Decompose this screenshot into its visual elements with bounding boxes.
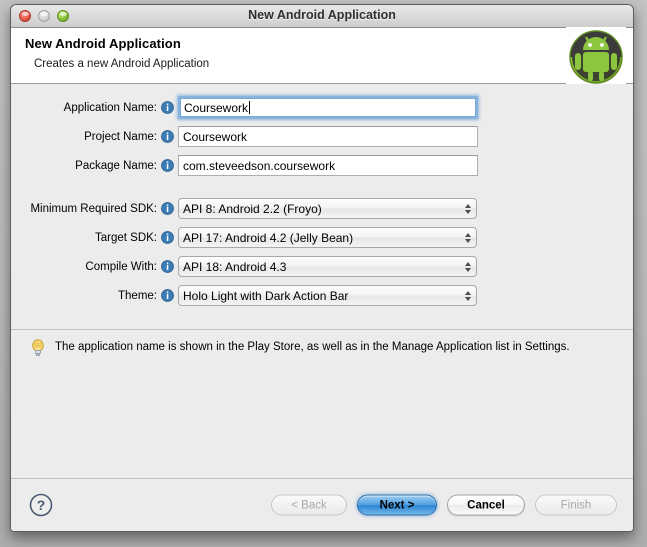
field-row-project-name: Project Name: Coursework [11,125,633,148]
stepper-arrows-icon[interactable] [465,262,471,272]
compile-with-value: API 18: Android 4.3 [183,260,286,274]
application-name-value: Coursework [184,101,248,115]
android-logo-icon [565,26,627,88]
wizard-header: New Android Application Creates a new An… [11,28,633,84]
help-icon[interactable]: ? [29,493,53,517]
project-name-input[interactable]: Coursework [178,126,478,147]
package-name-input[interactable]: com.steveedson.coursework [178,155,478,176]
field-row-compile-with: Compile With: API 18: Android 4.3 [11,255,633,278]
field-row-application-name: Application Name: Coursework [11,96,633,119]
label-project-name: Project Name: [11,131,161,143]
minimum-required-sdk-value: API 8: Android 2.2 (Froyo) [183,202,322,216]
svg-text:?: ? [37,497,46,513]
lightbulb-icon [31,339,45,357]
info-icon[interactable] [161,231,174,244]
text-caret [249,101,250,114]
minimum-required-sdk-select[interactable]: API 8: Android 2.2 (Froyo) [178,198,477,219]
label-theme: Theme: [11,290,161,302]
field-row-minimum-required-sdk: Minimum Required SDK: API 8: Android 2.2… [11,197,633,220]
package-name-value: com.steveedson.coursework [183,159,335,173]
field-row-theme: Theme: Holo Light with Dark Action Bar [11,284,633,307]
hint-bar: The application name is shown in the Pla… [11,329,633,357]
target-sdk-select[interactable]: API 17: Android 4.2 (Jelly Bean) [178,227,477,248]
window-title: New Android Application [11,8,633,22]
compile-with-select[interactable]: API 18: Android 4.3 [178,256,477,277]
form-area: Application Name: Coursework Project Nam… [11,84,633,313]
label-minimum-required-sdk: Minimum Required SDK: [11,203,161,215]
footer-buttons: < Back Next > Cancel Finish [271,495,617,516]
info-icon[interactable] [161,159,174,172]
page-subtitle: Creates a new Android Application [25,58,633,70]
stepper-arrows-icon[interactable] [465,204,471,214]
target-sdk-value: API 17: Android 4.2 (Jelly Bean) [183,231,353,245]
label-target-sdk: Target SDK: [11,232,161,244]
label-package-name: Package Name: [11,160,161,172]
wizard-body: Application Name: Coursework Project Nam… [11,84,633,478]
field-row-package-name: Package Name: com.steveedson.coursework [11,154,633,177]
theme-value: Holo Light with Dark Action Bar [183,289,348,303]
stepper-arrows-icon[interactable] [465,233,471,243]
info-icon[interactable] [161,289,174,302]
cancel-button[interactable]: Cancel [447,495,525,516]
window-titlebar[interactable]: New Android Application [11,5,633,28]
stepper-arrows-icon[interactable] [465,291,471,301]
info-icon[interactable] [161,260,174,273]
info-icon[interactable] [161,202,174,215]
application-name-input[interactable]: Coursework [178,96,478,119]
dialog-window: New Android Application New Android Appl… [10,4,634,532]
label-compile-with: Compile With: [11,261,161,273]
finish-button[interactable]: Finish [535,495,617,516]
project-name-value: Coursework [183,130,247,144]
back-button[interactable]: < Back [271,495,347,516]
info-icon[interactable] [161,130,174,143]
field-row-target-sdk: Target SDK: API 17: Android 4.2 (Jelly B… [11,226,633,249]
next-button[interactable]: Next > [357,495,437,516]
dialog-footer: ? < Back Next > Cancel Finish [11,478,633,531]
theme-select[interactable]: Holo Light with Dark Action Bar [178,285,477,306]
info-icon[interactable] [161,101,174,114]
page-title: New Android Application [25,36,633,51]
hint-text: The application name is shown in the Pla… [55,339,570,353]
label-application-name: Application Name: [11,102,161,114]
